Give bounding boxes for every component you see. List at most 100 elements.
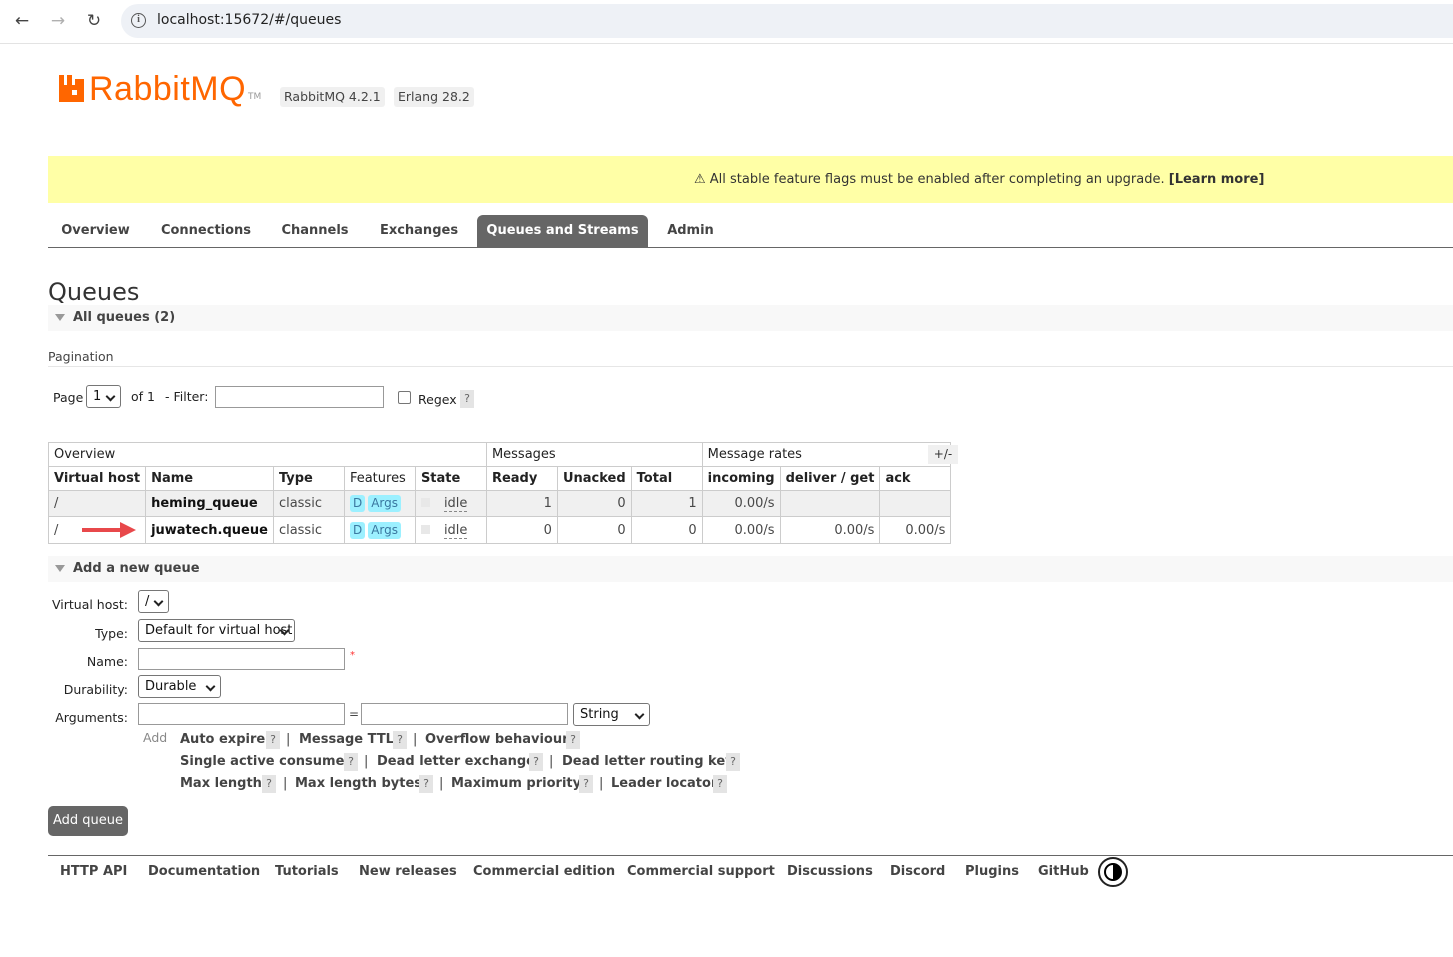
address-bar[interactable]: i localhost:15672/#/queues	[121, 4, 1453, 38]
help-icon[interactable]: ?	[529, 753, 543, 771]
vhost-select[interactable]: /	[138, 590, 169, 613]
help-icon[interactable]: ?	[344, 753, 358, 771]
argument-value-input[interactable]	[361, 703, 568, 725]
footer-link-new-releases[interactable]: New releases	[359, 864, 457, 879]
footer-link-commercial-edition[interactable]: Commercial edition	[473, 864, 615, 879]
back-icon[interactable]: ←	[10, 9, 34, 33]
state-indicator-icon	[420, 524, 430, 534]
regex-checkbox[interactable]	[398, 391, 411, 404]
arg-maximum-priority-link[interactable]: Maximum priority	[451, 776, 581, 791]
tab-queues-and-streams[interactable]: Queues and Streams	[477, 215, 648, 247]
learn-more-link[interactable]: [Learn more]	[1169, 172, 1265, 187]
footer-link-plugins[interactable]: Plugins	[965, 864, 1019, 879]
tab-connections[interactable]: Connections	[151, 215, 261, 247]
logo-trademark: TM	[248, 92, 262, 102]
tab-admin[interactable]: Admin	[658, 215, 723, 247]
col-state[interactable]: State	[414, 466, 487, 491]
reload-icon[interactable]: ↻	[82, 9, 106, 33]
arg-single-active-consumer-link[interactable]: Single active consumer	[180, 754, 351, 769]
col-name[interactable]: Name	[145, 466, 274, 491]
durability-label: Durability:	[63, 682, 128, 697]
help-icon[interactable]: ?	[266, 731, 280, 749]
separator: |	[439, 776, 444, 791]
footer-link-documentation[interactable]: Documentation	[148, 864, 260, 879]
col-deliver-get[interactable]: deliver / get	[779, 466, 881, 491]
arg-max-length-bytes-link[interactable]: Max length bytes	[295, 776, 422, 791]
queue-name-link[interactable]: juwatech.queue	[151, 523, 268, 538]
all-queues-label: All queues (2)	[73, 310, 176, 325]
arg-leader-locator-link[interactable]: Leader locator	[611, 776, 717, 791]
filter-input[interactable]	[215, 386, 384, 408]
separator: |	[599, 776, 604, 791]
arg-message-ttl-link[interactable]: Message TTL	[299, 732, 394, 747]
footer-link-commercial-support[interactable]: Commercial support	[627, 864, 775, 879]
args-badge: Args	[368, 495, 401, 512]
all-queues-section-header[interactable]: All queues (2)	[48, 305, 1453, 331]
durability-select[interactable]: Durable	[138, 675, 221, 698]
argument-type-value: String	[580, 707, 619, 722]
arg-max-length-link[interactable]: Max length	[180, 776, 262, 791]
regex-help-icon[interactable]: ?	[460, 390, 474, 408]
arg-dead-letter-routing-key-link[interactable]: Dead letter routing key	[562, 754, 734, 769]
type-select[interactable]: Default for virtual host	[138, 619, 295, 642]
arg-dead-letter-exchange-link[interactable]: Dead letter exchange	[377, 754, 535, 769]
col-ready[interactable]: Ready	[485, 466, 558, 491]
footer-link-discussions[interactable]: Discussions	[787, 864, 873, 879]
help-icon[interactable]: ?	[713, 775, 727, 793]
col-unacked[interactable]: Unacked	[556, 466, 632, 491]
rabbitmq-logo-icon	[59, 75, 84, 102]
tab-overview[interactable]: Overview	[48, 215, 143, 247]
help-icon[interactable]: ?	[579, 775, 593, 793]
queue-name-input[interactable]	[138, 648, 345, 670]
page-select[interactable]: 1	[86, 385, 121, 408]
help-icon[interactable]: ?	[262, 775, 276, 793]
required-marker: *	[350, 650, 355, 661]
help-icon[interactable]: ?	[393, 731, 407, 749]
banner-text: ⚠ All stable feature flags must be enabl…	[694, 172, 1264, 187]
col-type[interactable]: Type	[272, 466, 345, 491]
theme-toggle-icon[interactable]	[1098, 857, 1128, 887]
table-row[interactable]: / juwatech.queue classic D Args idle 0 0 …	[47, 516, 952, 544]
page-of-label: of 1	[131, 389, 155, 404]
col-total[interactable]: Total	[630, 466, 703, 491]
help-icon[interactable]: ?	[726, 753, 740, 771]
footer-link-tutorials[interactable]: Tutorials	[275, 864, 339, 879]
version-badge: RabbitMQ 4.2.1	[280, 87, 385, 107]
footer-link-github[interactable]: GitHub	[1038, 864, 1089, 879]
collapse-triangle-icon	[55, 565, 65, 572]
argument-type-select[interactable]: String	[573, 703, 650, 726]
col-incoming[interactable]: incoming	[701, 466, 781, 491]
footer-link-http-api[interactable]: HTTP API	[60, 864, 127, 879]
collapse-triangle-icon	[55, 314, 65, 321]
tab-channels[interactable]: Channels	[270, 215, 360, 247]
erlang-badge: Erlang 28.2	[394, 87, 474, 107]
column-toggle-button[interactable]: +/-	[928, 445, 958, 464]
argument-key-input[interactable]	[138, 703, 345, 725]
row-unacked: 0	[556, 490, 632, 517]
row-unacked: 0	[556, 516, 632, 544]
col-virtual-host[interactable]: Virtual host	[47, 466, 147, 491]
arg-auto-expire-link[interactable]: Auto expire	[180, 732, 265, 747]
equals-sign: =	[349, 707, 360, 721]
add-queue-button[interactable]: Add queue	[48, 806, 128, 836]
add-queue-section-header[interactable]: Add a new queue	[48, 556, 1453, 582]
row-state: idle	[443, 522, 468, 539]
forward-icon[interactable]: →	[46, 9, 70, 33]
main-nav-tabs: Overview Connections Channels Exchanges …	[48, 215, 1453, 248]
arg-overflow-behaviour-link[interactable]: Overflow behaviour	[425, 732, 569, 747]
logo-wordmark: RabbitMQ	[89, 70, 247, 108]
durable-badge: D	[349, 495, 366, 512]
help-icon[interactable]: ?	[566, 731, 580, 749]
table-row[interactable]: / heming_queue classic D Args idle 1 0 1 …	[47, 490, 952, 517]
col-ack[interactable]: ack	[879, 466, 952, 491]
group-overview: Overview	[48, 442, 487, 467]
footer-link-discord[interactable]: Discord	[890, 864, 945, 879]
tab-exchanges[interactable]: Exchanges	[370, 215, 468, 247]
help-icon[interactable]: ?	[419, 775, 433, 793]
page-select-value: 1	[93, 389, 102, 404]
filter-label: - Filter:	[165, 389, 209, 404]
queue-name-link[interactable]: heming_queue	[151, 496, 258, 511]
info-icon[interactable]: i	[131, 13, 146, 28]
url-text[interactable]: localhost:15672/#/queues	[157, 12, 341, 28]
row-type: classic	[272, 516, 345, 544]
